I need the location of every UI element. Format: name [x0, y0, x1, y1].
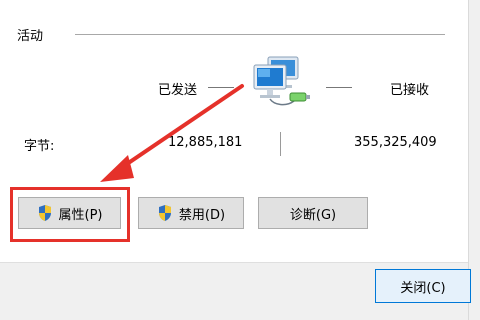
- disable-button-label: 禁用(D): [178, 207, 226, 223]
- network-computers-icon: [253, 56, 310, 106]
- uac-shield-icon: [158, 205, 171, 221]
- sent-connector-line: [208, 87, 234, 88]
- bytes-divider: [280, 132, 281, 156]
- annotation-highlight-box: [10, 187, 130, 242]
- bytes-label: 字节:: [24, 139, 55, 154]
- bytes-received-value: 355,325,409: [354, 135, 437, 150]
- sent-label: 已发送: [158, 83, 198, 98]
- dialog-footer: 关闭(C): [0, 262, 471, 320]
- diagnose-button-label: 诊断(G): [289, 207, 337, 223]
- group-divider: [75, 34, 445, 35]
- bytes-sent-value: 12,885,181: [168, 135, 243, 150]
- close-button-label: 关闭(C): [400, 280, 446, 296]
- activity-group-label: 活动: [17, 29, 44, 44]
- received-connector-line: [326, 87, 352, 88]
- received-label: 已接收: [390, 83, 430, 98]
- disable-button[interactable]: 禁用(D): [138, 197, 244, 229]
- diagnose-button[interactable]: 诊断(G): [258, 197, 368, 229]
- close-button[interactable]: 关闭(C): [375, 269, 471, 303]
